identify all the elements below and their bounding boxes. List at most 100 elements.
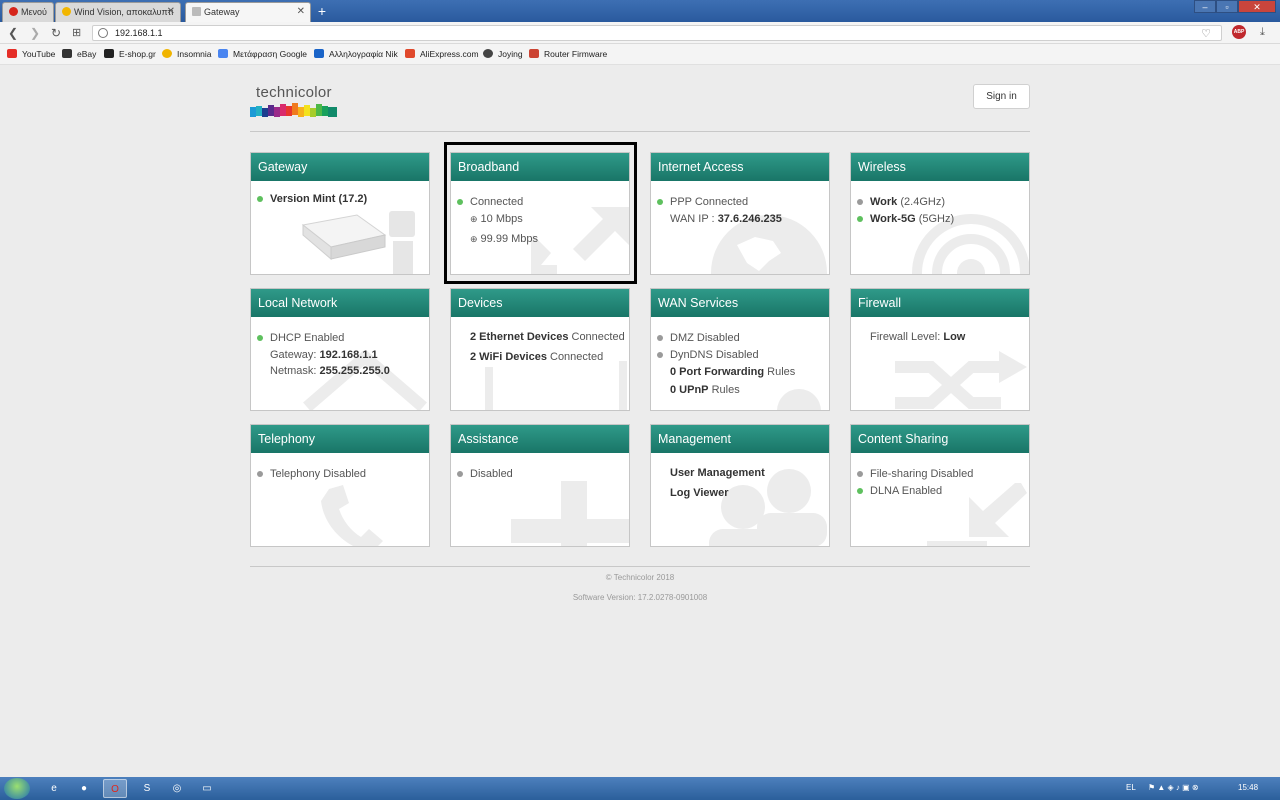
status-dot-green (257, 335, 263, 341)
download-icon: ⊕ (470, 234, 478, 244)
download-speed: ⊕ 99.99 Mbps (470, 233, 539, 245)
bookmarks-bar: YouTube eBay E-shop.gr Insomnia Μετάφρασ… (0, 44, 1280, 65)
bookmark-router-firmware[interactable]: Router Firmware (529, 49, 607, 59)
address-bar: ❮ ❯ ↻ ⊞ 192.168.1.1 ♡ (0, 22, 1280, 44)
forward-icon[interactable]: ❯ (30, 26, 40, 40)
bookmark-heart-icon[interactable]: ♡ (1201, 27, 1211, 40)
card-title: Assistance (451, 425, 629, 453)
bookmark-google-translate[interactable]: Μετάφραση Google (218, 49, 307, 59)
dmz-status: DMZ Disabled (657, 332, 740, 344)
maximize-button[interactable]: ▫ (1216, 0, 1238, 13)
close-icon[interactable]: ✕ (297, 6, 305, 17)
tab-menu[interactable]: Μενού (2, 2, 54, 22)
footer-divider (250, 566, 1030, 567)
card-internet-access[interactable]: Internet Access PPP Connected WAN IP : 3… (650, 152, 830, 275)
translate-icon (218, 49, 228, 58)
card-firewall[interactable]: Firewall Firewall Level: Low (850, 288, 1030, 411)
download-icon[interactable]: ⤓ (1260, 26, 1265, 39)
status-dot-grey (657, 335, 663, 341)
speed-dial-icon[interactable]: ⊞ (72, 26, 81, 39)
lan-netmask: Netmask: 255.255.255.0 (270, 365, 390, 377)
ebay-icon (62, 49, 72, 58)
tab-wind-vision[interactable]: Wind Vision, αποκαλυπτι ✕ (55, 2, 181, 22)
card-assistance[interactable]: Assistance Disabled (450, 424, 630, 547)
upload-icon: ⊕ (470, 214, 478, 224)
ie-icon[interactable]: e (42, 779, 66, 798)
status-dot-grey (857, 199, 863, 205)
assistance-status: Disabled (457, 468, 513, 480)
close-icon[interactable]: ✕ (167, 6, 175, 17)
card-title: Content Sharing (851, 425, 1029, 453)
globe-icon (98, 28, 108, 38)
ethernet-devices: 2 Ethernet Devices Connected (470, 331, 625, 343)
card-gateway[interactable]: Gateway Version Mint (17.2) (250, 152, 430, 275)
status-dot-green (257, 196, 263, 202)
technicolor-logo: technicolor (256, 84, 332, 101)
copyright: © Technicolor 2018 (605, 573, 675, 582)
shuffle-arrows-icon (895, 351, 1027, 409)
user-management-link[interactable]: User Management (670, 467, 765, 479)
tray-icons[interactable]: ⚑ ▲ ◈ ♪ ▣ ⊗ (1148, 783, 1199, 792)
status-dot-grey (257, 471, 263, 477)
tab-gateway[interactable]: Gateway ✕ (185, 2, 311, 22)
clock[interactable]: 15:48 (1238, 783, 1258, 792)
opera-taskbar-icon[interactable]: O (103, 779, 127, 798)
card-telephony[interactable]: Telephony Telephony Disabled (250, 424, 430, 547)
telephony-status: Telephony Disabled (257, 468, 366, 480)
bookmark-ebay[interactable]: eBay (62, 49, 96, 59)
new-tab-button[interactable]: + (314, 3, 330, 19)
technicolor-logo-strip (250, 103, 337, 117)
insomnia-icon (162, 49, 172, 58)
card-devices[interactable]: Devices 2 Ethernet Devices Connected 2 W… (450, 288, 630, 411)
status-dot-green (457, 199, 463, 205)
plus-icon (511, 481, 629, 546)
dlna-status: DLNA Enabled (857, 485, 942, 497)
skype-icon[interactable]: S (135, 779, 159, 798)
wifi-devices: 2 WiFi Devices Connected (470, 351, 604, 363)
card-management[interactable]: Management User Management Log Viewer (650, 424, 830, 547)
gear-icon (777, 389, 821, 410)
upload-speed: ⊕ 10 Mbps (470, 213, 523, 225)
card-wan-services[interactable]: WAN Services DMZ Disabled DynDNS Disable… (650, 288, 830, 411)
card-content-sharing[interactable]: Content Sharing File-sharing Disabled DL… (850, 424, 1030, 547)
dhcp-status: DHCP Enabled (257, 332, 344, 344)
bookmark-aliexpress[interactable]: AliExpress.com (405, 49, 479, 59)
card-local-network[interactable]: Local Network DHCP Enabled Gateway: 192.… (250, 288, 430, 411)
window-close-button[interactable]: ✕ (1238, 0, 1276, 13)
bookmark-eshop[interactable]: E-shop.gr (104, 49, 156, 59)
start-button[interactable] (4, 778, 30, 799)
explorer-icon[interactable]: ▭ (195, 779, 219, 798)
adblock-icon[interactable]: ABP (1232, 25, 1246, 39)
card-title: Management (651, 425, 829, 453)
reload-icon[interactable]: ↻ (51, 26, 61, 40)
wifi-network-5ghz: Work-5G (5GHz) (857, 213, 954, 225)
gateway-version: Version Mint (17.2) (257, 193, 367, 205)
opera-icon (9, 7, 18, 16)
firefox-icon[interactable]: ● (72, 779, 96, 798)
port-forwarding-rules: 0 Port Forwarding Rules (670, 366, 796, 378)
card-title: Telephony (251, 425, 429, 453)
bookmark-insomnia[interactable]: Insomnia (162, 49, 212, 59)
window-controls: – ▫ ✕ (1194, 0, 1276, 14)
card-wireless[interactable]: Wireless Work (2.4GHz) Work-5G (5GHz) (850, 152, 1030, 275)
log-viewer-link[interactable]: Log Viewer (670, 487, 728, 499)
card-title: Local Network (251, 289, 429, 317)
bookmark-joying[interactable]: Joying (483, 49, 523, 59)
language-indicator[interactable]: EL (1126, 783, 1136, 792)
dyndns-status: DynDNS Disabled (657, 349, 759, 361)
bookmark-youtube[interactable]: YouTube (7, 49, 55, 59)
card-title: Wireless (851, 153, 1029, 181)
viber-icon[interactable]: ◎ (165, 779, 189, 798)
aliexpress-icon (405, 49, 415, 58)
lan-gateway-ip: Gateway: 192.168.1.1 (270, 349, 378, 361)
sign-in-button[interactable]: Sign in (973, 84, 1030, 109)
card-title: Internet Access (651, 153, 829, 181)
back-icon[interactable]: ❮ (8, 26, 18, 40)
bookmark-mail[interactable]: Αλληλογραφία Nik (314, 49, 398, 59)
status-dot-green (857, 216, 863, 222)
software-version: Software Version: 17.2.0278-0901008 (572, 593, 708, 602)
users-icon (709, 469, 827, 546)
expand-arrows-icon (531, 207, 629, 274)
minimize-button[interactable]: – (1194, 0, 1216, 13)
url-input[interactable]: 192.168.1.1 ♡ (92, 25, 1222, 41)
